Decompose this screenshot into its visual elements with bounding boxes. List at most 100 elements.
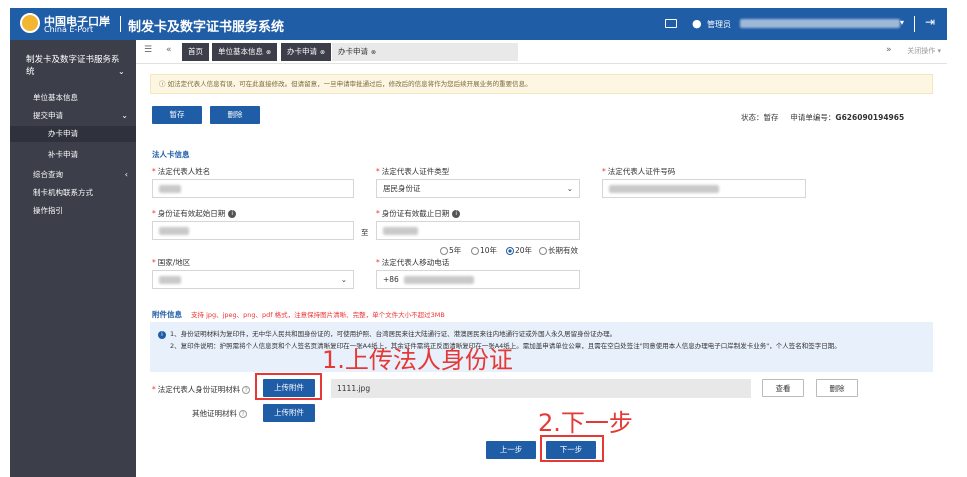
id-number-input[interactable] (602, 179, 806, 198)
close-icon[interactable]: ⊗ (371, 49, 376, 56)
user-dropdown-icon[interactable]: ▾ (900, 18, 904, 27)
start-date-input[interactable] (152, 221, 354, 240)
info-icon: i (158, 331, 166, 339)
name-label-text: 法定代表人姓名 (157, 167, 211, 176)
notice-text: 如法定代表人信息有误，可在此直接修改。但请留意，一旦申请审批通过后，修改后的信息… (167, 80, 532, 88)
radio-icon (440, 247, 448, 255)
emblem-icon (20, 13, 40, 33)
header-divider-right (914, 16, 915, 32)
date-range-separator: 至 (361, 228, 369, 237)
annotation-frame-upload (255, 373, 322, 400)
close-icon[interactable]: ⊗ (320, 49, 325, 56)
sidebar-item-card-apply[interactable]: 办卡申请 (10, 126, 136, 142)
tab-label: 办卡申请 (287, 47, 317, 56)
sidebar-item-label: 提交申请 (33, 111, 63, 120)
tab-company-info[interactable]: 单位基本信息 ⊗ (212, 43, 278, 61)
radio-label: 5年 (449, 246, 462, 255)
redacted-value (383, 227, 418, 235)
page: 中国电子口岸 China E-Port 制发卡及数字证书服务系统 ● 管理员 ▾… (0, 0, 967, 477)
tab-card-apply[interactable]: 办卡申请 ⊗ (281, 43, 332, 61)
upload-other-material-button[interactable]: 上传附件 (263, 404, 315, 422)
phone-input[interactable]: +86 (376, 270, 580, 289)
country-select[interactable]: ⌄ (152, 270, 354, 289)
help-icon[interactable]: ? (242, 386, 251, 394)
annotation-step1: 1.上传法人身份证 (322, 346, 513, 374)
attachment-section-title: 附件信息 (152, 310, 182, 319)
sidebar-item-query[interactable]: 综合查询 ‹ (10, 167, 136, 183)
chevron-left-icon: ‹ (124, 170, 128, 179)
radio-label: 20年 (515, 246, 533, 255)
scroll-left-icon[interactable]: « (166, 45, 172, 55)
delete-button[interactable]: 删除 (210, 106, 260, 124)
redacted-value (609, 185, 719, 193)
tab-card-apply-active[interactable]: 办卡申请 ⊗ (332, 43, 518, 61)
start-date-label-text: 身份证有效起始日期 (157, 209, 226, 218)
chevron-down-icon: ⌄ (121, 111, 128, 120)
id-number-label-text: 法定代表人证件号码 (607, 167, 676, 176)
radio-selected-icon (506, 247, 514, 255)
tab-home[interactable]: 首页 (182, 43, 209, 61)
instruction-line: i 1、身份证明材料为复印件，无中华人民共和国身份证的，可使用护照、台湾居民来往大… (158, 328, 925, 340)
user-org-redacted (740, 19, 900, 28)
radio-label: 10年 (480, 246, 498, 255)
uploaded-file-name: 1111.jpg (331, 379, 751, 398)
redacted-value (403, 276, 474, 284)
tabs-bar: ☰ « 首页 单位基本信息 ⊗ 办卡申请 ⊗ 办卡申请 ⊗ » 关闭操作 ▾ (136, 40, 947, 64)
other-material-label-text: 其他证明材料 (192, 409, 237, 418)
scroll-right-icon[interactable]: » (886, 45, 892, 55)
info-icon: i (228, 210, 237, 218)
chevron-down-icon[interactable]: ⌄ (118, 67, 125, 76)
id-number-label: * 法定代表人证件号码 (602, 167, 676, 176)
tab-label: 首页 (188, 47, 203, 56)
sidebar-item-card-reissue[interactable]: 补卡申请 (10, 147, 136, 163)
china-eport-logo: 中国电子口岸 China E-Port (20, 12, 118, 36)
phone-label-text: 法定代表人移动电话 (381, 258, 450, 267)
info-icon: ⓘ (159, 80, 168, 88)
mail-icon[interactable] (665, 19, 677, 28)
sidebar-item-label: 补卡申请 (48, 150, 78, 159)
application-number-label: 申请单编号： (790, 113, 836, 122)
validity-5y[interactable]: 5年 (440, 245, 461, 256)
id-type-label-text: 法定代表人证件类型 (381, 167, 450, 176)
phone-prefix: +86 (383, 275, 399, 284)
menu-toggle-icon[interactable]: ☰ (144, 45, 152, 55)
system-title: 制发卡及数字证书服务系统 (128, 20, 285, 35)
attachment-format-tip: 支持 jpg、jpeg、png、pdf 格式，注意保持图片清晰、完整，单个文件大… (191, 311, 445, 319)
status-value: 暂存 (763, 113, 779, 122)
notice-banner: ⓘ 如法定代表人信息有误，可在此直接修改。但请留意，一旦申请审批通过后，修改后的… (150, 74, 933, 94)
help-icon[interactable]: ? (239, 410, 247, 418)
close-actions-menu[interactable]: 关闭操作 ▾ (907, 46, 941, 56)
sidebar-item-label: 操作指引 (33, 206, 63, 215)
user-name[interactable]: 管理员 (707, 19, 731, 30)
delete-file-button[interactable]: 删除 (816, 379, 858, 397)
name-input[interactable] (152, 179, 354, 198)
radio-icon (471, 247, 479, 255)
phone-label: * 法定代表人移动电话 (376, 258, 450, 267)
sidebar-item-submit[interactable]: 提交申请 ⌄ (10, 108, 136, 124)
sidebar-item-contacts[interactable]: 制卡机构联系方式 (10, 185, 136, 201)
validity-10y[interactable]: 10年 (471, 245, 497, 256)
id-type-value: 居民身份证 (383, 184, 421, 193)
id-type-select[interactable]: 居民身份证 ⌄ (376, 179, 580, 198)
view-file-button[interactable]: 查看 (762, 379, 804, 397)
tab-label: 办卡申请 (338, 47, 368, 56)
sidebar-item-label: 办卡申请 (48, 129, 78, 138)
redacted-value (159, 185, 181, 193)
chevron-down-icon: ⌄ (566, 184, 573, 193)
validity-permanent[interactable]: 长期有效 (539, 245, 578, 256)
sidebar-item-guide[interactable]: 操作指引 (10, 203, 136, 219)
end-date-input[interactable] (376, 221, 580, 240)
status-line: 状态：暂存 申请单编号：G626090194965 (741, 112, 904, 123)
close-icon[interactable]: ⊗ (266, 49, 271, 56)
logo-text-en: China E-Port (44, 25, 94, 34)
save-draft-button[interactable]: 暂存 (152, 106, 202, 124)
validity-20y[interactable]: 20年 (506, 245, 532, 256)
sidebar-item-company-info[interactable]: 单位基本信息 (10, 90, 136, 106)
logout-icon[interactable]: ⇥ (925, 15, 935, 29)
prev-step-button[interactable]: 上一步 (486, 441, 536, 459)
sidebar-item-label: 制卡机构联系方式 (33, 188, 93, 197)
user-icon: ● (692, 17, 702, 30)
tab-label: 单位基本信息 (218, 47, 263, 56)
radio-icon (539, 247, 547, 255)
legal-section-title: 法人卡信息 (152, 150, 190, 159)
